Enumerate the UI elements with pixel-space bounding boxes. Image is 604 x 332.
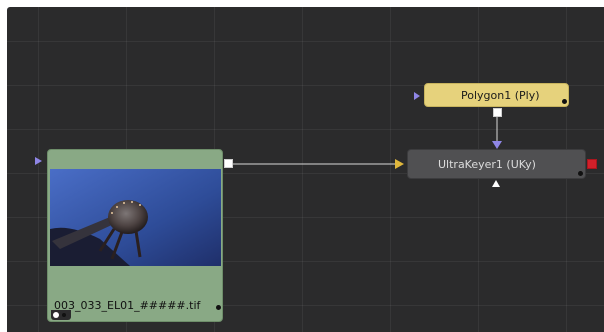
screenshot-frame: 003_033_EL01_#####.tif Polygon1 (Ply) Ul… <box>0 0 604 332</box>
view-left-indicator-icon[interactable] <box>53 312 59 318</box>
loader-view-tab[interactable] <box>51 310 71 320</box>
node-status-dot <box>562 99 567 104</box>
flow-node-editor[interactable]: 003_033_EL01_#####.tif Polygon1 (Ply) Ul… <box>7 7 604 332</box>
polygon-node[interactable]: Polygon1 (Ply) <box>424 83 569 107</box>
node-status-dot <box>578 171 583 176</box>
loader-output-square-icon[interactable] <box>224 159 233 168</box>
loader-thumbnail <box>50 169 221 266</box>
loader-input-triangle-icon[interactable] <box>35 157 42 165</box>
ultrakeyer-background-input-triangle-icon[interactable] <box>395 159 404 169</box>
ultrakeyer-garbage-matte-input-triangle-icon[interactable] <box>492 180 500 187</box>
polygon-input-triangle-icon[interactable] <box>414 92 420 100</box>
loader-node[interactable]: 003_033_EL01_#####.tif <box>47 149 223 322</box>
node-status-dot <box>216 305 221 310</box>
thumbnail-image <box>50 169 221 266</box>
polygon-output-square-icon[interactable] <box>493 108 502 117</box>
view-right-indicator-icon[interactable] <box>62 313 66 317</box>
loader-node-label: 003_033_EL01_#####.tif <box>54 299 201 312</box>
polygon-node-label: Polygon1 (Ply) <box>461 89 540 102</box>
ultrakeyer-node[interactable]: UltraKeyer1 (UKy) <box>407 149 586 179</box>
ultrakeyer-output-square-icon[interactable] <box>587 159 597 169</box>
ultrakeyer-node-label: UltraKeyer1 (UKy) <box>438 158 536 171</box>
ultrakeyer-effect-mask-input-triangle-icon[interactable] <box>492 141 502 149</box>
